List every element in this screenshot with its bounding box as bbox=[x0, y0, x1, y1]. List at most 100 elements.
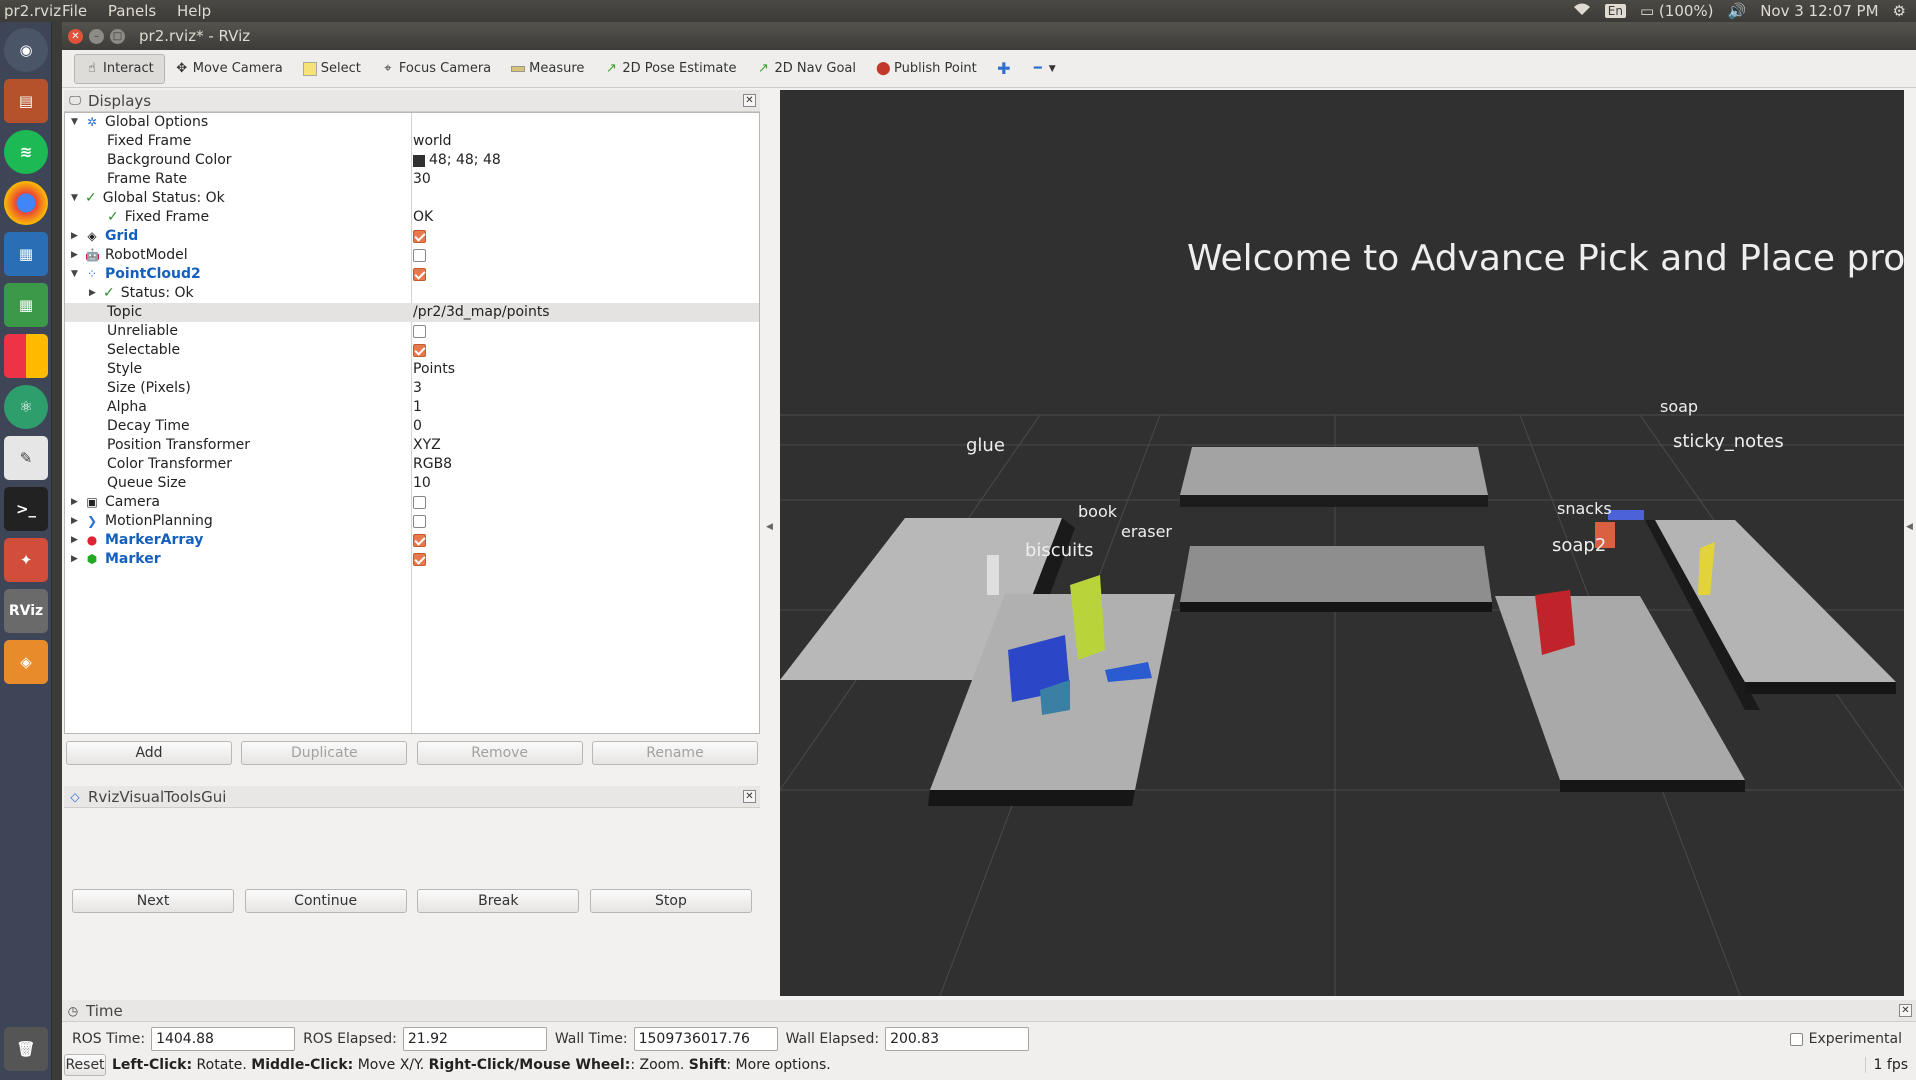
tree-row-status-fixed-frame[interactable]: ✓ Fixed Frame OK bbox=[65, 208, 759, 227]
atom-icon[interactable]: ⚛ bbox=[4, 385, 48, 429]
tree-row-status-ok[interactable]: ▶ ✓ Status: Ok bbox=[65, 284, 759, 303]
reset-button[interactable]: Reset bbox=[64, 1054, 106, 1076]
tree-row-background-color[interactable]: Background Color 48; 48; 48 bbox=[65, 151, 759, 170]
minimize-window-button[interactable]: – bbox=[89, 28, 104, 44]
row-value[interactable]: 30 bbox=[413, 170, 431, 189]
collapsed-arrow-icon[interactable]: ▶ bbox=[71, 246, 81, 265]
interact-tool-button[interactable]: ☝ Interact bbox=[74, 53, 165, 84]
close-icon[interactable]: ✕ bbox=[743, 790, 756, 803]
clock[interactable]: Nov 3 12:07 PM bbox=[1760, 2, 1878, 20]
ros-time-input[interactable] bbox=[151, 1027, 296, 1051]
wall-time-input[interactable] bbox=[633, 1027, 778, 1051]
row-value[interactable]: 0 bbox=[413, 417, 422, 436]
tree-row-queue-size[interactable]: Queue Size 10 bbox=[65, 474, 759, 493]
row-value[interactable]: 48; 48; 48 bbox=[413, 151, 501, 170]
row-value[interactable]: 10 bbox=[413, 474, 431, 493]
tree-row-motionplanning[interactable]: ▶ ❯ MotionPlanning bbox=[65, 512, 759, 531]
menu-file[interactable]: File bbox=[62, 2, 87, 20]
remove-display-button[interactable]: Remove bbox=[416, 741, 583, 765]
tree-row-unreliable[interactable]: Unreliable bbox=[65, 322, 759, 341]
collapsed-arrow-icon[interactable]: ▶ bbox=[71, 493, 81, 512]
tree-row-color-transformer[interactable]: Color Transformer RGB8 bbox=[65, 455, 759, 474]
files-icon[interactable]: ▤ bbox=[4, 79, 48, 123]
close-icon[interactable]: ✕ bbox=[743, 94, 756, 107]
add-tool-button[interactable]: ✚ bbox=[987, 54, 1021, 84]
trash-icon[interactable]: 🗑 bbox=[4, 1027, 48, 1071]
next-button[interactable]: Next bbox=[72, 889, 234, 913]
tree-row-decay-time[interactable]: Decay Time 0 bbox=[65, 417, 759, 436]
gear-icon[interactable]: ⚙ bbox=[1893, 2, 1906, 20]
rviz-icon[interactable]: RViz bbox=[4, 589, 48, 633]
enable-checkbox[interactable] bbox=[413, 496, 426, 509]
collapsed-arrow-icon[interactable]: ▶ bbox=[89, 284, 99, 303]
tree-row-marker[interactable]: ▶ ⬢ Marker bbox=[65, 550, 759, 569]
text-editor-icon[interactable]: ✎ bbox=[4, 436, 48, 480]
close-window-button[interactable]: ✕ bbox=[68, 28, 83, 44]
keyboard-layout-indicator[interactable]: En bbox=[1604, 4, 1626, 18]
spreadsheet-icon[interactable]: ▦ bbox=[4, 283, 48, 327]
nav-goal-tool-button[interactable]: ↗ 2D Nav Goal bbox=[746, 54, 866, 84]
break-button[interactable]: Break bbox=[417, 889, 580, 913]
row-value[interactable]: RGB8 bbox=[413, 455, 452, 474]
continue-button[interactable]: Continue bbox=[244, 889, 407, 913]
tree-row-style[interactable]: Style Points bbox=[65, 360, 759, 379]
tree-row-global-status[interactable]: ▼ ✓ Global Status: Ok bbox=[65, 189, 759, 208]
menu-panels[interactable]: Panels bbox=[108, 2, 156, 20]
tree-row-frame-rate[interactable]: Frame Rate 30 bbox=[65, 170, 759, 189]
close-icon[interactable]: ✕ bbox=[1899, 1004, 1912, 1017]
row-value[interactable]: 1 bbox=[413, 398, 422, 417]
battery-indicator[interactable]: ▭ (100%) bbox=[1640, 2, 1714, 20]
gazebo-icon[interactable]: ◈ bbox=[4, 640, 48, 684]
experimental-checkbox[interactable] bbox=[1789, 1032, 1803, 1046]
spotify-icon[interactable]: ≋ bbox=[4, 130, 48, 174]
measure-tool-button[interactable]: Measure bbox=[501, 54, 594, 84]
menu-help[interactable]: Help bbox=[177, 2, 211, 20]
software-center-icon[interactable] bbox=[4, 334, 48, 378]
tree-row-grid[interactable]: ▶ ◈ Grid bbox=[65, 227, 759, 246]
ros-elapsed-input[interactable] bbox=[402, 1027, 547, 1051]
publish-point-tool-button[interactable]: ⬤ Publish Point bbox=[866, 54, 987, 84]
rename-display-button[interactable]: Rename bbox=[591, 741, 758, 765]
pose-estimate-tool-button[interactable]: ↗ 2D Pose Estimate bbox=[594, 54, 746, 84]
chrome-icon[interactable] bbox=[4, 181, 48, 225]
terminal-icon[interactable]: >_ bbox=[4, 487, 48, 531]
tree-row-size[interactable]: Size (Pixels) 3 bbox=[65, 379, 759, 398]
collapsed-arrow-icon[interactable]: ▶ bbox=[71, 227, 81, 246]
experimental-option[interactable]: Experimental bbox=[1789, 1031, 1916, 1047]
enable-checkbox[interactable] bbox=[413, 534, 426, 547]
row-value[interactable]: 3 bbox=[413, 379, 422, 398]
settings-icon[interactable]: ✦ bbox=[4, 538, 48, 582]
tree-row-selectable[interactable]: Selectable bbox=[65, 341, 759, 360]
render-viewport[interactable]: Welcome to Advance Pick and Place projec… bbox=[780, 90, 1904, 996]
tree-row-pointcloud2[interactable]: ▼ ⁘ PointCloud2 bbox=[65, 265, 759, 284]
expand-arrow-icon[interactable]: ▼ bbox=[71, 265, 81, 284]
maximize-window-button[interactable]: □ bbox=[110, 28, 125, 44]
ubuntu-logo-icon[interactable]: ◉ bbox=[4, 28, 48, 72]
selectable-checkbox[interactable] bbox=[413, 344, 426, 357]
tree-row-camera[interactable]: ▶ ▣ Camera bbox=[65, 493, 759, 512]
tree-row-alpha[interactable]: Alpha 1 bbox=[65, 398, 759, 417]
tree-row-markerarray[interactable]: ▶ ● MarkerArray bbox=[65, 531, 759, 550]
collapsed-arrow-icon[interactable]: ▶ bbox=[71, 531, 81, 550]
enable-checkbox[interactable] bbox=[413, 268, 426, 281]
enable-checkbox[interactable] bbox=[413, 230, 426, 243]
collapse-left-arrow-icon[interactable]: ◀ bbox=[766, 522, 773, 532]
tree-row-global-options[interactable]: ▼ ✲ Global Options bbox=[65, 113, 759, 132]
focus-camera-tool-button[interactable]: ⌖ Focus Camera bbox=[371, 54, 501, 84]
row-value[interactable]: world bbox=[413, 132, 452, 151]
document-icon[interactable]: ▦ bbox=[4, 232, 48, 276]
volume-icon[interactable]: 🔊 bbox=[1728, 2, 1747, 20]
move-camera-tool-button[interactable]: ✥ Move Camera bbox=[165, 54, 293, 84]
stop-button[interactable]: Stop bbox=[589, 889, 752, 913]
row-value[interactable]: /pr2/3d_map/points bbox=[413, 303, 550, 322]
add-display-button[interactable]: Add bbox=[66, 741, 232, 765]
wifi-icon[interactable] bbox=[1573, 2, 1591, 20]
select-tool-button[interactable]: Select bbox=[293, 54, 371, 84]
remove-tool-button[interactable]: ━ ▼ bbox=[1021, 54, 1066, 84]
row-value[interactable]: Points bbox=[413, 360, 455, 379]
tree-row-position-transformer[interactable]: Position Transformer XYZ bbox=[65, 436, 759, 455]
tree-row-robotmodel[interactable]: ▶ 🤖 RobotModel bbox=[65, 246, 759, 265]
enable-checkbox[interactable] bbox=[413, 515, 426, 528]
enable-checkbox[interactable] bbox=[413, 553, 426, 566]
tree-row-fixed-frame[interactable]: Fixed Frame world bbox=[65, 132, 759, 151]
